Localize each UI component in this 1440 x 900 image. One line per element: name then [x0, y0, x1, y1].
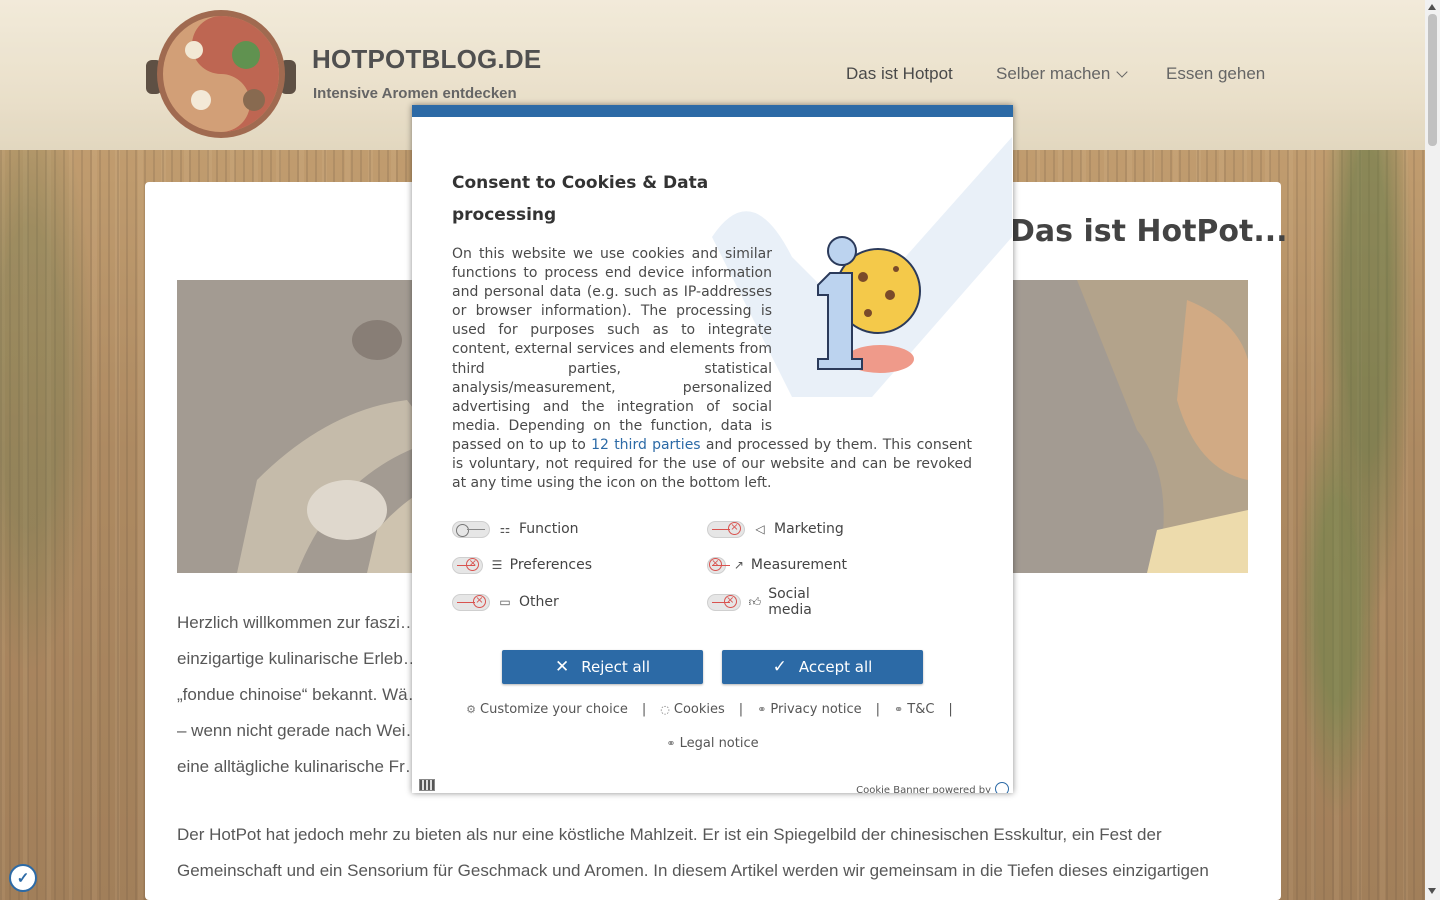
scroll-up-arrow-icon[interactable]	[1428, 4, 1436, 10]
function-icon: ⚏	[499, 522, 511, 536]
link-label: T&C	[907, 702, 935, 717]
link-icon: ⚭	[894, 703, 904, 716]
cookie-dialog-text: On this website we use cookies and simil…	[452, 245, 972, 493]
separator: |	[875, 702, 881, 717]
cookie-icon: ◌	[660, 703, 670, 716]
switch-off[interactable]	[452, 593, 490, 611]
consent-settings-button[interactable]: ✓	[9, 864, 37, 892]
separator: |	[641, 702, 647, 717]
toggle-function[interactable]: ⚏ Function	[452, 519, 592, 539]
link-icon: ⚭	[666, 737, 676, 750]
switch-off[interactable]	[707, 593, 741, 611]
language-icon[interactable]	[419, 779, 435, 791]
link-label: Customize your choice	[480, 702, 628, 717]
check-icon: ✓	[772, 657, 787, 677]
chat-icon: ▭	[499, 595, 511, 609]
button-label: Accept all	[798, 658, 873, 676]
cookie-consent-dialog: Consent to Cookies & Data processing On …	[412, 105, 1013, 793]
toggle-label: Other	[519, 594, 559, 610]
toggle-other[interactable]: ▭ Other	[452, 592, 592, 612]
sliders-icon: ☰	[491, 558, 503, 572]
link-icon: ⚭	[757, 703, 767, 716]
toggle-label: Social media	[768, 586, 812, 618]
switch-off[interactable]	[452, 556, 484, 574]
cookie-links-row-2: ⚭ Legal notice	[412, 736, 1013, 751]
powered-by-label: Cookie Banner powered by	[856, 785, 991, 793]
separator: |	[738, 702, 744, 717]
close-icon: ✕	[554, 657, 570, 677]
link-label: Privacy notice	[770, 702, 862, 717]
cookie-dialog-title: Consent to Cookies & Data processing	[452, 173, 709, 225]
scrollbar-thumb[interactable]	[1428, 14, 1437, 146]
toggle-label: Marketing	[774, 521, 844, 537]
toggle-social-media[interactable]: 👍︎ Social media	[707, 586, 847, 618]
legal-notice-link[interactable]: ⚭ Legal notice	[666, 736, 758, 751]
separator: |	[948, 702, 953, 717]
toggle-preferences[interactable]: ☰ Preferences	[452, 555, 592, 575]
scroll-down-arrow-icon[interactable]	[1428, 888, 1436, 894]
reject-all-button[interactable]: ✕ Reject all	[502, 650, 703, 684]
switch-off[interactable]	[707, 520, 745, 538]
third-parties-link[interactable]: 12 third parties	[591, 437, 700, 453]
gear-icon: ⚙	[466, 703, 477, 716]
toggle-label: Measurement	[750, 557, 847, 573]
privacy-notice-link[interactable]: ⚭ Privacy notice	[757, 702, 861, 717]
link-label: Legal notice	[679, 736, 759, 751]
switch-off[interactable]	[707, 556, 730, 574]
link-label: Cookies	[673, 702, 725, 717]
chart-icon: ↗	[733, 558, 744, 572]
tc-link[interactable]: ⚭ T&C	[894, 702, 934, 717]
cookie-links-row: ⚙ Customize your choice | ◌ Cookies | ⚭ Privacy…	[412, 702, 1013, 717]
switch-on[interactable]	[452, 520, 490, 538]
toggle-label: Preferences	[509, 557, 592, 573]
button-label: Reject all	[581, 658, 651, 676]
illustration-spacer	[772, 245, 972, 417]
toggle-label: Function	[519, 521, 579, 537]
toggle-measurement[interactable]: ↗ Measurement	[707, 555, 847, 575]
shield-check-icon: ✓	[16, 870, 30, 887]
customize-link[interactable]: ⚙ Customize your choice	[466, 702, 628, 717]
toggle-marketing[interactable]: ◁ Marketing	[707, 519, 847, 539]
cookies-link[interactable]: ◌ Cookies	[660, 702, 725, 717]
accept-all-button[interactable]: ✓ Accept all	[722, 650, 923, 684]
cookie-text-part: On this website we use cookies and simil…	[452, 246, 772, 453]
megaphone-icon: ◁	[755, 522, 765, 536]
powered-by-logo-icon[interactable]	[995, 782, 1009, 793]
thumbs-up-icon: 👍︎	[748, 594, 762, 609]
